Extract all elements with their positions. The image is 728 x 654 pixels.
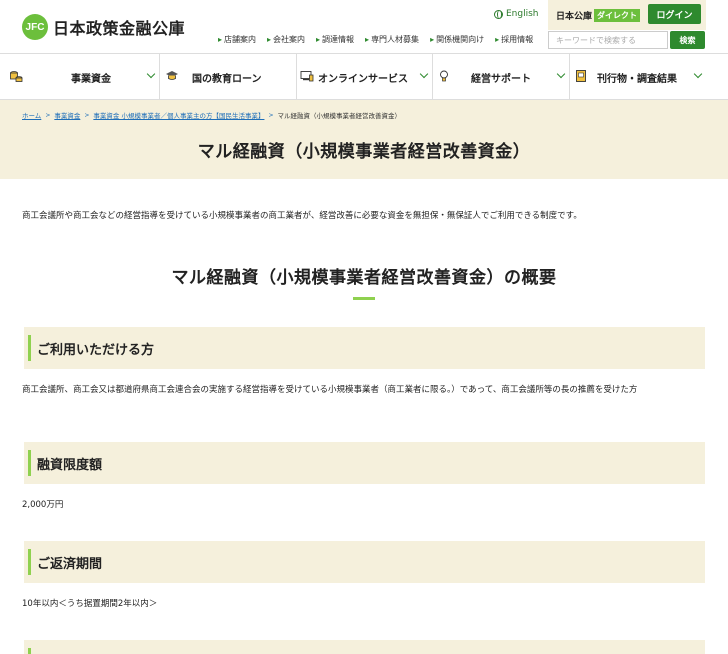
header-link-recruit-experts[interactable]: 専門人材募集 xyxy=(365,34,419,45)
block-heading-limit: 融資限度額 xyxy=(24,442,705,484)
chevron-down-icon xyxy=(146,69,156,79)
nav-item-online-services[interactable]: オンラインサービス xyxy=(297,54,433,100)
english-link[interactable]: English xyxy=(494,9,539,19)
lightbulb-icon xyxy=(440,70,448,82)
nav-label: 事業資金 xyxy=(71,73,111,85)
block-heading-partial xyxy=(24,640,705,654)
search-input[interactable] xyxy=(548,31,668,49)
main-nav: 事業資金 国の教育ローン オンラインサービス 経営サポート 刊行物・調査結果 xyxy=(0,54,728,100)
title-underline xyxy=(353,297,375,300)
block-heading-label: ご利用いただける方 xyxy=(37,343,155,358)
chevron-right-icon: > xyxy=(84,111,90,119)
page-title: マル経融資（小規模事業者経営改善資金） xyxy=(197,142,531,162)
nav-label: オンラインサービス xyxy=(318,73,408,85)
section-title: マル経融資（小規模事業者経営改善資金）の概要 xyxy=(171,268,557,288)
title-band: ホーム > 事業資金 > 事業資金 小規模事業者／個人事業主の方【国民生活事業】… xyxy=(0,100,728,179)
computer-icon xyxy=(300,71,314,82)
header-link-partners[interactable]: 関係機関向け xyxy=(430,34,484,45)
jfc-logo-icon: JFC xyxy=(22,14,48,40)
coins-icon xyxy=(10,71,23,82)
nav-item-business-funds[interactable]: 事業資金 xyxy=(0,54,160,100)
breadcrumb-business-funds[interactable]: 事業資金 xyxy=(54,110,80,120)
nav-item-management-support[interactable]: 経営サポート xyxy=(433,54,570,100)
direct-label: 日本公庫 xyxy=(556,12,593,22)
breadcrumb-home[interactable]: ホーム xyxy=(22,110,41,120)
book-icon xyxy=(576,70,586,82)
block-text-limit: 2,000万円 xyxy=(22,500,64,510)
nav-item-publications[interactable]: 刊行物・調査結果 xyxy=(570,54,706,100)
header-link-company[interactable]: 会社案内 xyxy=(267,34,305,45)
nav-label: 経営サポート xyxy=(471,73,531,85)
block-text-repayment: 10年以内＜うち据置期間2年以内＞ xyxy=(22,599,158,609)
globe-icon xyxy=(494,9,503,19)
chevron-down-icon xyxy=(693,69,703,79)
chevron-down-icon xyxy=(419,69,429,79)
block-heading-eligibility: ご利用いただける方 xyxy=(24,327,705,369)
direct-badge: ダイレクト xyxy=(594,9,641,22)
breadcrumb-small-business[interactable]: 事業資金 小規模事業者／個人事業主の方【国民生活事業】 xyxy=(93,110,264,120)
site-header: JFC 日本政策金融公庫 English 日本公庫 ダイレクト ログイン 店舗案… xyxy=(0,0,728,54)
nav-item-education-loan[interactable]: 国の教育ローン xyxy=(160,54,297,100)
block-heading-label: 融資限度額 xyxy=(37,458,103,473)
graduation-cap-icon xyxy=(166,71,178,80)
search-button[interactable]: 検索 xyxy=(670,31,705,49)
logo-text: 日本政策金融公庫 xyxy=(53,19,186,38)
header-link-careers[interactable]: 採用情報 xyxy=(495,34,533,45)
header-link-stores[interactable]: 店舗案内 xyxy=(218,34,256,45)
block-heading-repayment: ご返済期間 xyxy=(24,541,705,583)
block-heading-label: ご返済期間 xyxy=(37,557,103,572)
chevron-down-icon xyxy=(556,69,566,79)
intro-text: 商工会議所や商工会などの経営指導を受けている小規模事業者の商工業者が、経営改善に… xyxy=(22,211,582,221)
block-text-eligibility: 商工会議所、商工会又は都道府県商工会連合会の実施する経営指導を受けている小規模事… xyxy=(22,385,638,395)
breadcrumb-current: マル経融資（小規模事業者経営改善資金） xyxy=(277,112,401,120)
header-link-procurement[interactable]: 調達情報 xyxy=(316,34,354,45)
nav-label: 国の教育ローン xyxy=(192,73,262,85)
header-links: 店舗案内 会社案内 調達情報 専門人材募集 関係機関向け 採用情報 xyxy=(218,34,533,45)
direct-link[interactable]: 日本公庫 ダイレクト xyxy=(556,9,641,22)
chevron-right-icon: > xyxy=(45,111,51,119)
english-label: English xyxy=(506,9,539,19)
logo[interactable]: JFC 日本政策金融公庫 xyxy=(22,14,185,40)
nav-label: 刊行物・調査結果 xyxy=(597,73,677,85)
chevron-right-icon: > xyxy=(268,111,274,119)
login-button[interactable]: ログイン xyxy=(648,4,701,24)
breadcrumb: ホーム > 事業資金 > 事業資金 小規模事業者／個人事業主の方【国民生活事業】… xyxy=(22,110,401,121)
